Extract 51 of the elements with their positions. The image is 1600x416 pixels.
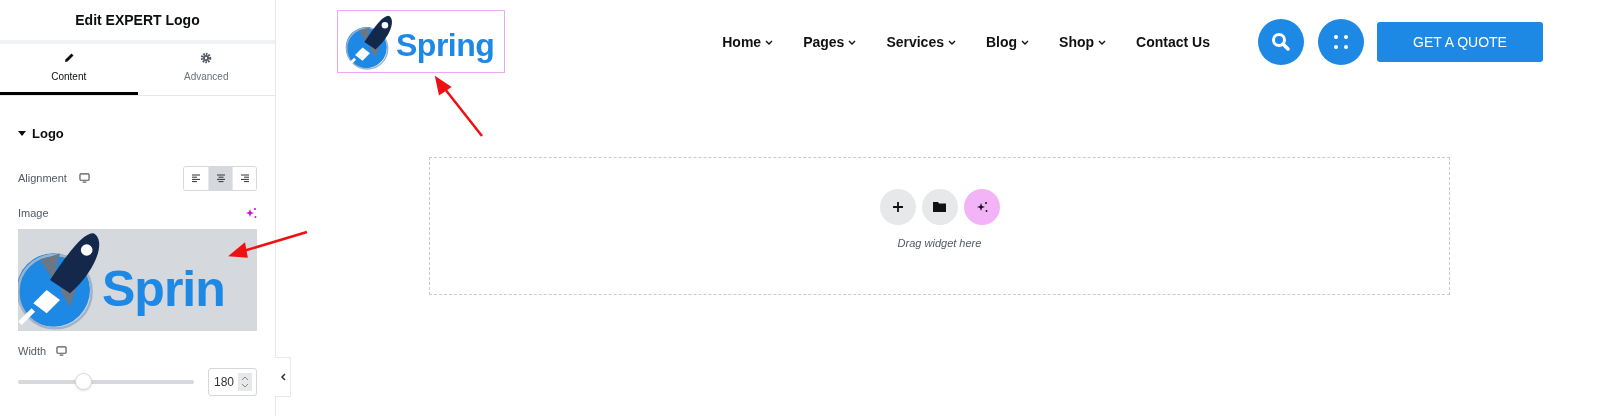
add-button[interactable]	[879, 188, 916, 225]
chevron-down-icon	[1021, 39, 1030, 45]
image-label: Image	[18, 205, 49, 221]
desktop-icon	[78, 173, 90, 183]
desktop-icon	[56, 346, 68, 357]
panel-title: Edit EXPERT Logo	[75, 10, 200, 30]
pencil-icon	[62, 52, 75, 64]
ai-button[interactable]	[963, 188, 1000, 225]
chevron-down-icon	[1098, 39, 1107, 45]
logo-text: Spring	[396, 28, 495, 61]
sparkle-icon	[245, 206, 257, 219]
nav-link[interactable]: Services	[886, 31, 956, 53]
stepper-icon[interactable]	[238, 372, 253, 391]
alignment-option[interactable]	[208, 166, 232, 190]
slider-thumb[interactable]	[75, 372, 93, 390]
nav-link[interactable]: Shop	[1059, 31, 1107, 53]
alignment-label: Alignment	[18, 170, 67, 186]
search-button[interactable]	[1258, 19, 1304, 65]
align-right-icon	[239, 173, 250, 183]
caret-icon	[18, 130, 26, 137]
chevron-left-icon	[279, 373, 286, 381]
menu-button[interactable]	[1318, 19, 1364, 65]
section-toggle[interactable]: Logo	[18, 124, 257, 144]
drop-hint: Drag widget here	[897, 235, 982, 251]
gear-icon	[200, 52, 213, 64]
nav-link[interactable]: Contact Us	[1136, 31, 1210, 53]
chevron-down-icon	[848, 39, 857, 45]
nav-link[interactable]: Pages	[803, 31, 857, 53]
nav-link[interactable]: Home	[722, 31, 774, 53]
align-center-icon	[215, 173, 226, 183]
template-button[interactable]	[921, 188, 958, 225]
drop-area[interactable]: Drag widget here	[429, 157, 1450, 295]
plus-icon	[891, 200, 904, 213]
get-a-quote-button[interactable]: GET A QUOTE	[1377, 22, 1543, 62]
logo-text: Sprin	[102, 264, 225, 314]
chevron-down-icon	[948, 39, 956, 45]
site-logo[interactable]: Spring	[337, 10, 505, 73]
panel-tab[interactable]: Advanced	[137, 44, 275, 95]
panel-tab[interactable]: Content	[0, 44, 138, 95]
search-icon	[1271, 32, 1291, 52]
annotation-arrow	[434, 75, 483, 137]
width-slider[interactable]	[18, 373, 194, 390]
folder-icon	[933, 201, 946, 213]
align-left-icon	[191, 173, 201, 183]
dots-grid-icon	[1333, 34, 1349, 50]
nav-link[interactable]: Blog	[986, 31, 1030, 53]
width-label: Width	[18, 344, 47, 359]
chevron-down-icon	[765, 39, 774, 45]
width-input[interactable]: 180	[208, 367, 257, 396]
alignment-option[interactable]	[232, 166, 256, 190]
collapse-panel-button[interactable]	[275, 357, 291, 397]
